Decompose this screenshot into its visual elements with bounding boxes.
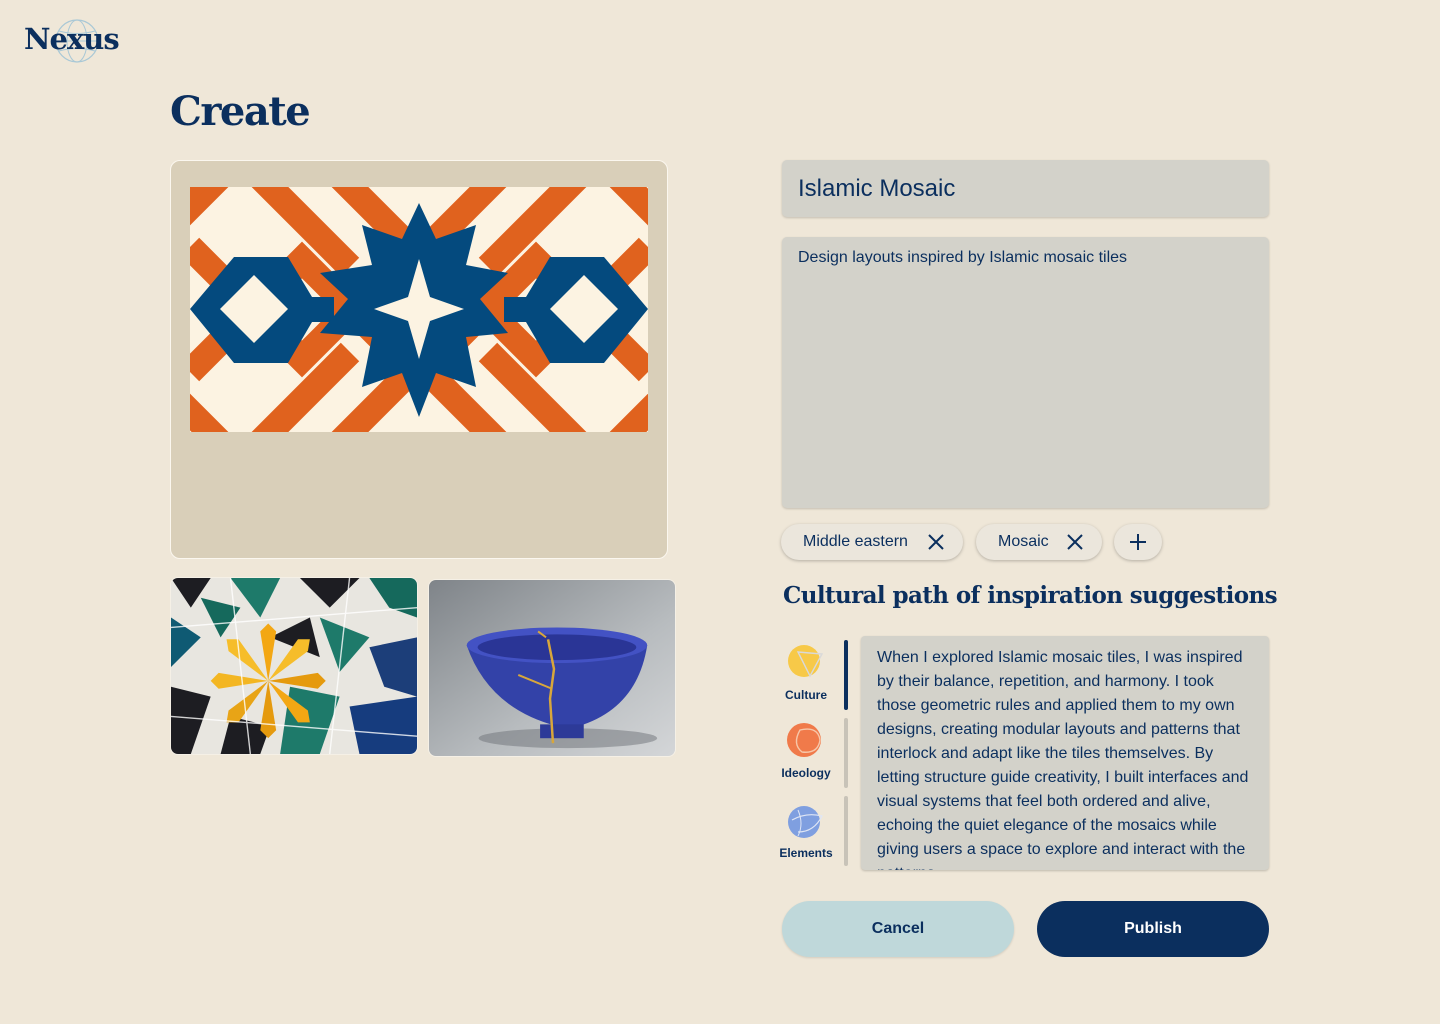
close-icon[interactable] xyxy=(1066,533,1084,551)
category-label: Ideology xyxy=(781,766,831,780)
inspiration-story-text[interactable]: When I explored Islamic mosaic tiles, I … xyxy=(861,636,1269,870)
main-image-card[interactable] xyxy=(170,160,668,559)
category-indicator xyxy=(844,718,848,788)
plus-icon xyxy=(1130,534,1146,550)
category-ideology[interactable]: Ideology xyxy=(770,720,842,780)
ideology-icon xyxy=(787,723,821,757)
category-indicator xyxy=(844,796,848,866)
kintsugi-bowl-image xyxy=(429,580,675,756)
logo[interactable]: Nexus xyxy=(24,18,124,64)
mosaic-photo-thumbnail[interactable] xyxy=(170,577,418,755)
mosaic-photo-image xyxy=(171,578,417,754)
category-label: Elements xyxy=(779,846,833,860)
publish-button[interactable]: Publish xyxy=(1037,901,1269,957)
cancel-button[interactable]: Cancel xyxy=(782,901,1014,957)
add-tag-button[interactable] xyxy=(1114,524,1162,560)
tag-chip: Mosaic xyxy=(976,524,1102,560)
islamic-tile-pattern-image xyxy=(190,187,648,432)
page-title: Create xyxy=(170,88,311,135)
description-textarea[interactable]: Design layouts inspired by Islamic mosai… xyxy=(782,237,1269,508)
title-input[interactable]: Islamic Mosaic xyxy=(782,160,1269,217)
tag-label: Mosaic xyxy=(998,533,1049,550)
elements-icon xyxy=(788,806,823,838)
culture-icon xyxy=(788,645,824,678)
category-indicator-active xyxy=(844,640,848,710)
tag-chip: Middle eastern xyxy=(781,524,963,560)
category-culture[interactable]: Culture xyxy=(770,642,842,702)
brand-name: Nexus xyxy=(24,22,120,56)
tag-label: Middle eastern xyxy=(803,533,908,550)
inspiration-title: Cultural path of inspiration suggestions xyxy=(783,582,1278,609)
kintsugi-bowl-thumbnail[interactable] xyxy=(428,579,676,757)
category-label: Culture xyxy=(785,688,827,702)
category-elements[interactable]: Elements xyxy=(770,802,842,860)
close-icon[interactable] xyxy=(927,533,945,551)
